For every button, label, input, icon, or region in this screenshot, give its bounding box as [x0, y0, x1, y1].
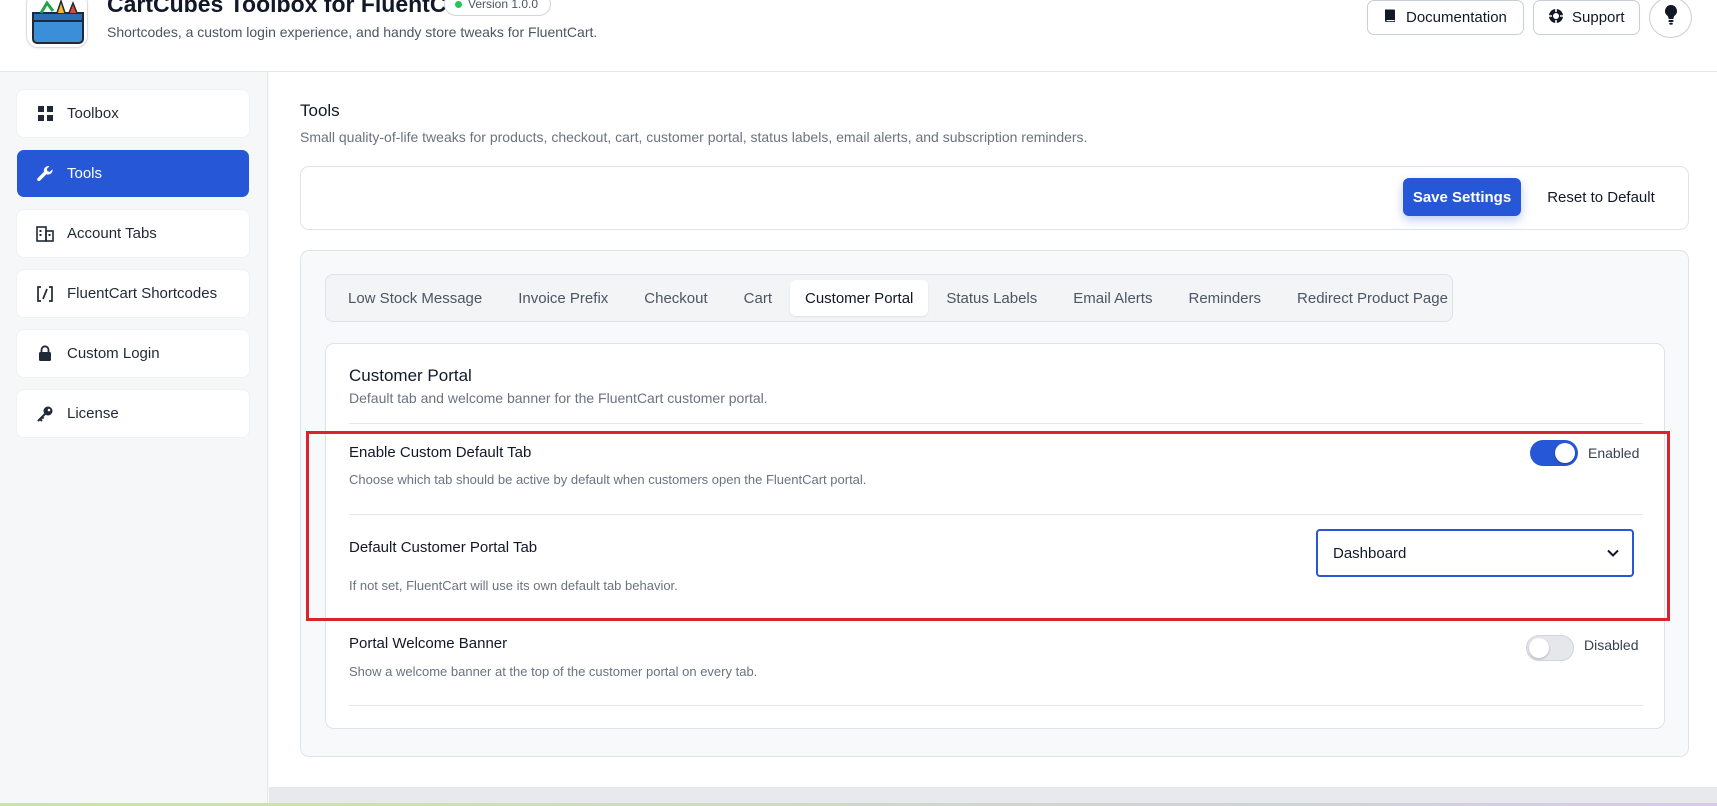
page-description: Small quality-of-life tweaks for product…	[300, 129, 1088, 145]
sidebar-item-label: Custom Login	[67, 345, 160, 362]
chevron-down-icon	[1606, 546, 1620, 564]
enable-custom-default-tab-title: Enable Custom Default Tab	[349, 444, 532, 461]
tab-status-labels[interactable]: Status Labels	[928, 280, 1055, 316]
support-label: Support	[1572, 9, 1625, 26]
reset-to-default-button[interactable]: Reset to Default	[1539, 178, 1663, 216]
default-customer-portal-tab-description: If not set, FluentCart will use its own …	[349, 578, 678, 593]
version-badge: Version 1.0.0	[444, 0, 552, 16]
sidebar-item-label: Account Tabs	[67, 225, 157, 242]
portal-welcome-banner-description: Show a welcome banner at the top of the …	[349, 664, 758, 679]
documentation-label: Documentation	[1406, 9, 1507, 26]
sidebar-item-label: License	[67, 405, 119, 422]
tab-low-stock-message[interactable]: Low Stock Message	[330, 280, 500, 316]
divider	[349, 705, 1643, 706]
sidebar: Toolbox Tools Account Tabs FluentCart Sh…	[0, 72, 268, 806]
support-button[interactable]: Support	[1533, 0, 1640, 35]
sidebar-item-label: Toolbox	[67, 105, 119, 122]
sidebar-item-tools[interactable]: Tools	[17, 150, 249, 197]
enable-custom-default-tab-toggle[interactable]	[1530, 440, 1578, 466]
book-icon	[1382, 8, 1398, 28]
enable-custom-default-tab-description: Choose which tab should be active by def…	[349, 472, 867, 487]
wrench-icon	[35, 164, 55, 184]
page-title: Tools	[300, 101, 340, 120]
panel-title: Customer Portal	[349, 366, 472, 385]
sidebar-item-toolbox[interactable]: Toolbox	[17, 90, 249, 137]
version-label: Version 1.0.0	[468, 0, 539, 11]
toggle-knob	[1555, 443, 1575, 463]
portal-welcome-banner-state: Disabled	[1584, 637, 1639, 653]
toggle-knob	[1529, 638, 1549, 658]
default-portal-tab-select[interactable]: Dashboard	[1316, 529, 1634, 577]
divider	[349, 423, 1643, 424]
main-content: Tools Small quality-of-life tweaks for p…	[269, 72, 1717, 787]
divider	[349, 514, 1643, 515]
sidebar-item-label: Tools	[67, 165, 103, 182]
lifebuoy-icon	[1548, 8, 1564, 28]
documentation-button[interactable]: Documentation	[1367, 0, 1524, 35]
settings-card: Low Stock Message Invoice Prefix Checkou…	[300, 250, 1689, 757]
tab-email-alerts[interactable]: Email Alerts	[1055, 280, 1170, 316]
sidebar-item-fluentcart-shortcodes[interactable]: FluentCart Shortcodes	[17, 270, 249, 317]
enable-custom-default-tab-state: Enabled	[1588, 445, 1640, 461]
building-icon	[35, 224, 55, 244]
idea-button[interactable]	[1649, 0, 1692, 38]
lock-icon	[35, 344, 55, 364]
shortcode-icon	[35, 284, 55, 304]
sidebar-item-license[interactable]: License	[17, 390, 249, 437]
tab-invoice-prefix[interactable]: Invoice Prefix	[500, 280, 626, 316]
app-subtitle: Shortcodes, a custom login experience, a…	[107, 24, 598, 40]
tab-checkout[interactable]: Checkout	[626, 280, 725, 316]
tab-customer-portal[interactable]: Customer Portal	[790, 280, 929, 316]
app-header: CartCubes Toolbox for FluentCart Version…	[0, 0, 1717, 72]
grid-icon	[35, 104, 55, 124]
panel-description: Default tab and welcome banner for the F…	[349, 390, 768, 406]
lightbulb-icon	[1664, 4, 1678, 31]
sidebar-item-label: FluentCart Shortcodes	[67, 285, 218, 302]
toolbox-logo	[26, 0, 88, 48]
tab-cart[interactable]: Cart	[726, 280, 790, 316]
selected-value: Dashboard	[1333, 544, 1407, 562]
default-customer-portal-tab-title: Default Customer Portal Tab	[349, 539, 538, 556]
tab-reminders[interactable]: Reminders	[1170, 280, 1279, 316]
tab-redirect-product-page[interactable]: Redirect Product Page	[1279, 280, 1466, 316]
sidebar-item-account-tabs[interactable]: Account Tabs	[17, 210, 249, 257]
customer-portal-panel: Customer Portal Default tab and welcome …	[325, 343, 1665, 729]
actions-card: Save Settings Reset to Default	[300, 166, 1689, 230]
portal-welcome-banner-toggle[interactable]	[1526, 635, 1574, 661]
save-settings-button[interactable]: Save Settings	[1403, 178, 1521, 216]
portal-welcome-banner-title: Portal Welcome Banner	[349, 635, 508, 652]
tools-tabs: Low Stock Message Invoice Prefix Checkou…	[325, 274, 1453, 322]
sidebar-item-custom-login[interactable]: Custom Login	[17, 330, 249, 377]
app-title: CartCubes Toolbox for FluentCart	[107, 0, 476, 17]
status-dot-icon	[455, 0, 462, 8]
key-icon	[35, 404, 55, 424]
